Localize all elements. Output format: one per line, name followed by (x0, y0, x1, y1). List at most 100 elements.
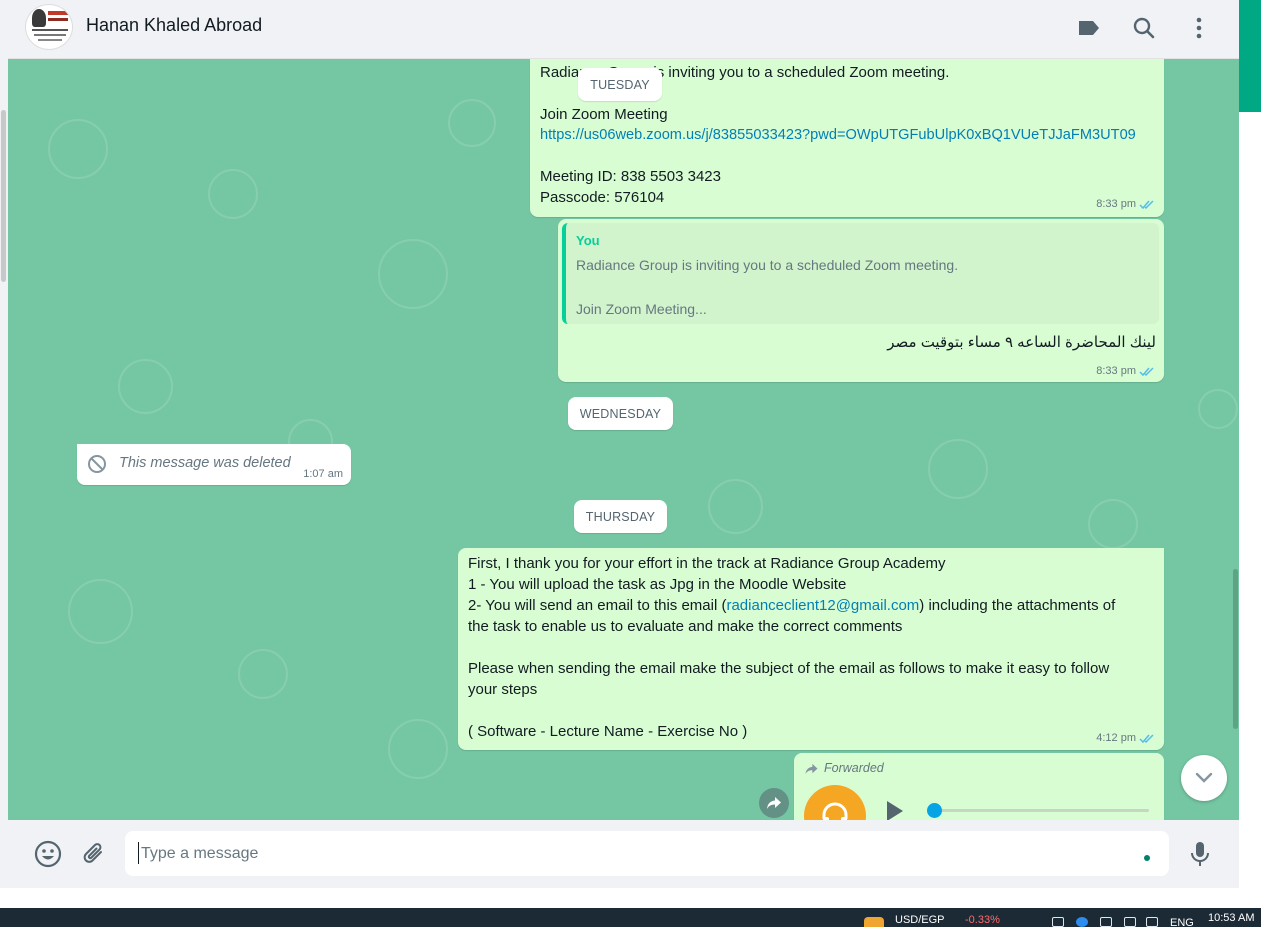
tray-icon[interactable] (1076, 917, 1088, 927)
composer (8, 820, 1239, 888)
chat-header: Hanan Khaled Abroad (8, 0, 1239, 59)
message-text: ( Software - Lecture Name - Exercise No … (468, 723, 748, 740)
message-text: 1 - You will upload the task as Jpg in t… (468, 576, 847, 593)
wallpaper-doodle (48, 119, 108, 179)
mic-icon[interactable] (1184, 838, 1216, 870)
input-status-dot (1144, 855, 1150, 861)
text-segment: 2- You will send an email to this email … (468, 597, 727, 614)
wallpaper-doodle (68, 579, 133, 644)
voice-progress-knob[interactable] (927, 803, 942, 818)
read-ticks-icon (1139, 733, 1154, 743)
wallpaper-doodle (928, 439, 988, 499)
tray-icon[interactable] (1100, 917, 1112, 927)
read-ticks-icon (1139, 366, 1154, 376)
forward-button[interactable] (759, 788, 789, 818)
avatar-logo-line (32, 29, 68, 31)
message-text: the task to enable us to evaluate and ma… (468, 618, 903, 635)
blocked-icon (88, 455, 106, 473)
quote-text: Join Zoom Meeting... (576, 301, 707, 317)
message-meta: 8:33 pm (1096, 365, 1156, 377)
language-indicator[interactable]: ENG (1170, 917, 1194, 927)
wallpaper-doodle (378, 239, 448, 309)
wallpaper-doodle (708, 479, 763, 534)
message-text: لينك المحاضرة الساعه ٩ مساء بتوقيت مصر (887, 334, 1156, 351)
wallpaper-doodle (448, 99, 496, 147)
day-separator-tuesday: TUESDAY (578, 68, 662, 101)
message-forwarded-voice[interactable]: Forwarded (794, 753, 1164, 820)
clock[interactable]: 10:53 AM (1208, 912, 1254, 924)
whatsapp-web-window: Hanan Khaled Abroad Radiance Group is in… (0, 0, 1261, 927)
text-caret (138, 842, 139, 864)
message-deleted[interactable]: This message was deleted 1:07 am (77, 444, 351, 485)
message-text: Join Zoom Meeting (540, 106, 668, 123)
menu-icon[interactable] (1185, 14, 1213, 42)
message-time: 8:33 pm (1096, 365, 1136, 377)
tray-icon[interactable] (1052, 917, 1064, 927)
message-text: Meeting ID: 838 5503 3423 (540, 168, 721, 185)
message-text: Passcode: 576104 (540, 189, 665, 206)
quote-text: Radiance Group is inviting you to a sche… (576, 257, 959, 273)
chat-scrollbar[interactable] (1233, 569, 1238, 729)
message-input[interactable] (125, 831, 1169, 876)
wifi-icon[interactable] (1124, 917, 1136, 927)
voice-avatar (804, 785, 866, 820)
coins-icon (864, 917, 884, 927)
chat-title[interactable]: Hanan Khaled Abroad (86, 15, 262, 36)
message-time: 4:12 pm (1096, 732, 1136, 744)
emoji-icon[interactable] (32, 838, 64, 870)
avatar-logo-line (48, 11, 68, 15)
forwarded-icon (805, 763, 818, 775)
quote-author: You (576, 233, 600, 248)
avatar-logo-line (48, 18, 68, 21)
left-panel-edge (0, 0, 8, 908)
headphones-icon (822, 802, 848, 820)
scroll-down-button[interactable] (1181, 755, 1227, 801)
message-reply[interactable]: You Radiance Group is inviting you to a … (558, 219, 1164, 382)
day-separator-thursday: THURSDAY (574, 500, 667, 533)
email-link[interactable]: radianceclient12@gmail.com (726, 597, 919, 614)
message-text: First, I thank you for your effort in th… (468, 555, 946, 572)
message-time: 8:33 pm (1096, 198, 1136, 210)
currency-pair: USD/EGP (895, 914, 945, 926)
wallpaper-doodle (1088, 499, 1138, 549)
forward-icon (767, 797, 781, 809)
message-text: Please when sending the email make the s… (468, 660, 1110, 677)
play-button[interactable] (882, 799, 906, 820)
quoted-message[interactable]: You Radiance Group is inviting you to a … (562, 223, 1159, 324)
search-icon[interactable] (1130, 14, 1158, 42)
avatar-logo-line (38, 39, 62, 41)
day-separator-wednesday: WEDNESDAY (568, 397, 673, 430)
wallpaper-doodle (388, 719, 448, 779)
avatar-figure (32, 9, 46, 27)
avatar[interactable] (25, 4, 73, 50)
accent-strip (1239, 0, 1261, 112)
message-meta: 1:07 am (303, 468, 343, 480)
forwarded-label: Forwarded (824, 761, 884, 775)
chevron-down-icon (1195, 772, 1213, 783)
voice-progress-track[interactable] (927, 809, 1149, 812)
play-icon (887, 801, 903, 820)
attach-icon[interactable] (78, 838, 110, 870)
avatar-logo-line (34, 34, 66, 36)
left-scrollbar[interactable] (1, 110, 6, 282)
message-time: 1:07 am (303, 468, 343, 480)
read-ticks-icon (1139, 199, 1154, 209)
message-meta: 8:33 pm (1096, 198, 1156, 210)
wallpaper-doodle (1198, 389, 1238, 429)
zoom-link[interactable]: https://us06web.zoom.us/j/83855033423?pw… (540, 127, 1136, 143)
volume-icon[interactable] (1146, 917, 1158, 927)
message-text: your steps (468, 681, 538, 698)
text-segment: ) including the attachments of (919, 597, 1116, 614)
window-bottom-edge (0, 888, 1261, 908)
wallpaper-doodle (238, 649, 288, 699)
message-text: 2- You will send an email to this email … (468, 597, 1115, 614)
message-instructions[interactable]: First, I thank you for your effort in th… (458, 548, 1164, 750)
currency-change: -0.33% (965, 914, 1000, 926)
label-icon[interactable] (1075, 14, 1103, 42)
wallpaper-doodle (118, 359, 173, 414)
deleted-text: This message was deleted (119, 455, 291, 471)
chat-area[interactable]: Radiance Group is inviting you to a sche… (8, 59, 1239, 820)
message-meta: 4:12 pm (1096, 732, 1156, 744)
taskbar: USD/EGP -0.33% ENG 10:53 AM (0, 908, 1261, 927)
right-edge (1239, 112, 1261, 908)
